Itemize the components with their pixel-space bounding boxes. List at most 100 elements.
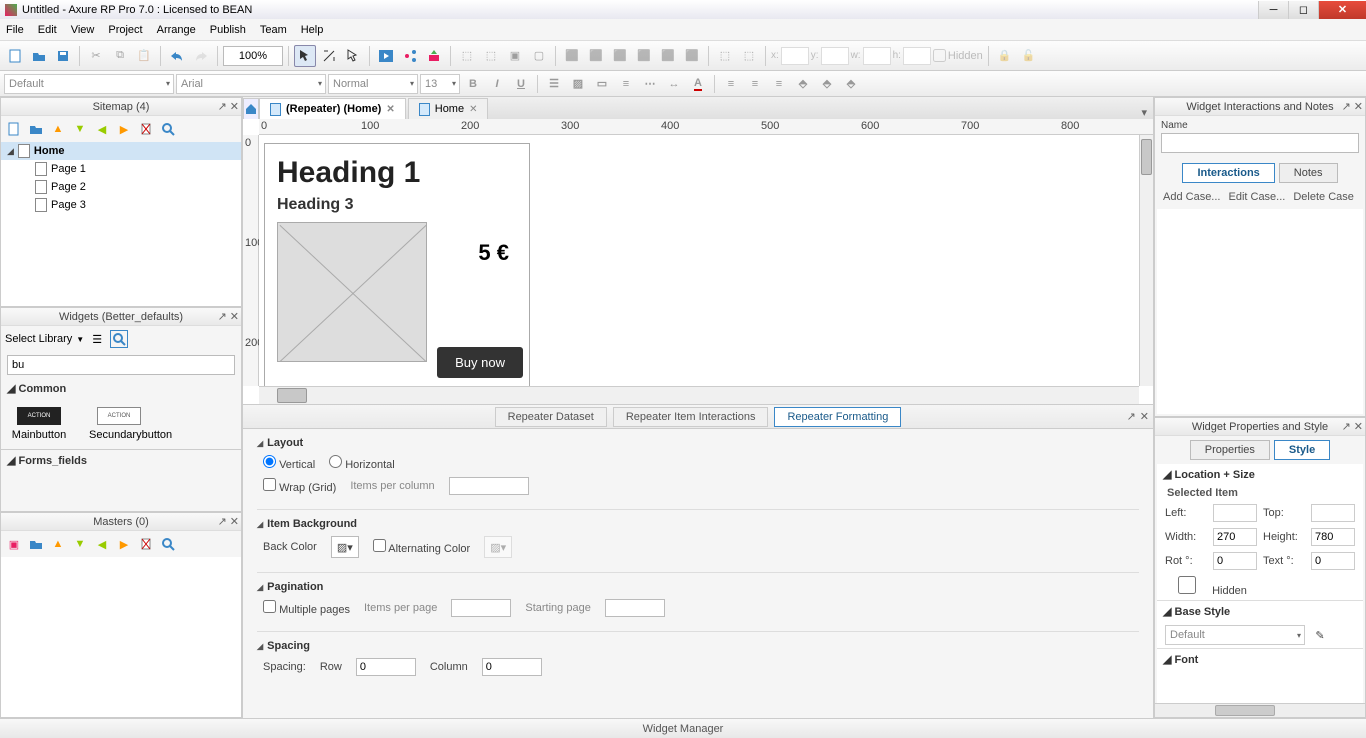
select-tool-icon[interactable]	[294, 45, 316, 67]
sect-spacing[interactable]: Spacing	[257, 640, 1139, 652]
check-multipages[interactable]: Multiple pages	[263, 600, 350, 616]
fontcolor-icon[interactable]: A	[687, 73, 709, 95]
menu-arrange[interactable]: Arrange	[157, 24, 196, 36]
sect-font[interactable]: ◢ Font	[1157, 648, 1363, 670]
menu-project[interactable]: Project	[108, 24, 142, 36]
tabs-menu-icon[interactable]: ▾	[1135, 106, 1153, 119]
tree-page2[interactable]: Page 2	[1, 178, 241, 196]
col-input[interactable]	[482, 658, 542, 676]
radio-vertical[interactable]: Vertical	[263, 455, 315, 471]
row-input[interactable]	[356, 658, 416, 676]
pop-icon[interactable]: ↗	[1127, 410, 1136, 423]
align-middle-icon[interactable]: ⬛	[657, 45, 679, 67]
mup-icon[interactable]: ▲	[49, 535, 67, 553]
basestyle-edit-icon[interactable]: ✎	[1311, 626, 1329, 644]
txt-left-icon[interactable]: ≡	[720, 73, 742, 95]
dist-h-icon[interactable]: ⬚	[714, 45, 736, 67]
outdent-icon[interactable]: ◀	[93, 120, 111, 138]
mdown-icon[interactable]: ▼	[71, 535, 89, 553]
view-icon[interactable]: ☰	[88, 330, 106, 348]
width-input[interactable]	[1213, 528, 1257, 546]
add-case[interactable]: Add Case...	[1163, 191, 1220, 203]
close-icon[interactable]: ✕	[230, 100, 239, 113]
name-input[interactable]	[1161, 133, 1359, 153]
point-tool-icon[interactable]	[342, 45, 364, 67]
scrollbar-v[interactable]	[1139, 135, 1153, 386]
save-icon[interactable]	[52, 45, 74, 67]
dist-v-icon[interactable]: ⬚	[738, 45, 760, 67]
style-dropdown[interactable]: Default	[4, 74, 174, 94]
connect-tool-icon[interactable]	[318, 45, 340, 67]
textrot-input[interactable]	[1311, 552, 1355, 570]
tab-repeater-interactions[interactable]: Repeater Item Interactions	[613, 407, 769, 427]
add-master-folder-icon[interactable]	[27, 535, 45, 553]
tree-page1[interactable]: Page 1	[1, 160, 241, 178]
pop-icon[interactable]: ↗	[218, 515, 227, 528]
mout-icon[interactable]: ◀	[93, 535, 111, 553]
edit-case[interactable]: Edit Case...	[1228, 191, 1285, 203]
subtab-notes[interactable]: Notes	[1279, 163, 1338, 183]
add-folder-icon[interactable]	[27, 120, 45, 138]
sect-locsize[interactable]: ◢ Location + Size	[1157, 464, 1363, 485]
txt-center-icon[interactable]: ≡	[744, 73, 766, 95]
maximize-button[interactable]: ◻	[1288, 1, 1318, 19]
menu-team[interactable]: Team	[260, 24, 287, 36]
tab-home[interactable]: Home✕	[408, 98, 489, 119]
close-icon[interactable]: ✕	[1354, 100, 1363, 113]
left-input[interactable]	[1213, 504, 1257, 522]
tab-repeater-formatting[interactable]: Repeater Formatting	[774, 407, 901, 427]
select-library[interactable]: Select Library	[5, 333, 72, 345]
bold-icon[interactable]: B	[462, 73, 484, 95]
check-altcolor[interactable]: Alternating Color	[373, 539, 470, 555]
add-master-icon[interactable]: ▣	[5, 535, 23, 553]
sect-pagination[interactable]: Pagination	[257, 581, 1139, 593]
widget-secundarybutton[interactable]: ACTIONSecundarybutton	[89, 407, 149, 441]
fill-icon[interactable]: ▨	[567, 73, 589, 95]
min-icon[interactable]: ▶	[115, 535, 133, 553]
front-icon[interactable]: ▣	[504, 45, 526, 67]
props-scrollbar-h[interactable]	[1155, 703, 1365, 717]
tree-page3[interactable]: Page 3	[1, 196, 241, 214]
subtab-properties[interactable]: Properties	[1190, 440, 1270, 460]
canvas[interactable]: Heading 1 Heading 3 5 € Buy now	[259, 135, 1139, 386]
mdel-icon[interactable]	[137, 535, 155, 553]
widget-mainbutton[interactable]: ACTIONMainbutton	[9, 407, 69, 441]
cat-forms[interactable]: ◢ Forms_fields	[1, 449, 241, 471]
msearch-icon[interactable]	[159, 535, 177, 553]
linestyle-icon[interactable]: ⋯	[639, 73, 661, 95]
txt-top-icon[interactable]: ⬘	[792, 73, 814, 95]
new-icon[interactable]	[4, 45, 26, 67]
x-input[interactable]	[781, 47, 809, 65]
close-icon[interactable]: ✕	[230, 515, 239, 528]
y-input[interactable]	[821, 47, 849, 65]
size-dropdown[interactable]: 13	[420, 74, 460, 94]
arrow-icon[interactable]: ↔	[663, 73, 685, 95]
menu-view[interactable]: View	[71, 24, 95, 36]
bullets-icon[interactable]: ☰	[543, 73, 565, 95]
indent-icon[interactable]: ▶	[115, 120, 133, 138]
open-icon[interactable]	[28, 45, 50, 67]
menu-help[interactable]: Help	[301, 24, 324, 36]
delete-page-icon[interactable]	[137, 120, 155, 138]
heading3[interactable]: Heading 3	[277, 196, 517, 214]
txt-right-icon[interactable]: ≡	[768, 73, 790, 95]
basestyle-dropdown[interactable]: Default	[1165, 625, 1305, 645]
menu-publish[interactable]: Publish	[210, 24, 246, 36]
minimize-button[interactable]: ─	[1258, 1, 1288, 19]
zoom-input[interactable]	[223, 46, 283, 66]
tab-close-icon[interactable]: ✕	[386, 104, 394, 115]
subtab-style[interactable]: Style	[1274, 440, 1330, 460]
tab-repeater-dataset[interactable]: Repeater Dataset	[495, 407, 607, 427]
align-top-icon[interactable]: ⬛	[633, 45, 655, 67]
tab-repeater[interactable]: (Repeater) (Home)✕	[259, 98, 406, 119]
preview-icon[interactable]	[375, 45, 397, 67]
close-icon[interactable]: ✕	[1140, 410, 1149, 423]
txt-mid-icon[interactable]: ⬘	[816, 73, 838, 95]
scrollbar-h[interactable]	[259, 386, 1139, 404]
h-input[interactable]	[903, 47, 931, 65]
share-icon[interactable]	[399, 45, 421, 67]
price-label[interactable]: 5 €	[478, 240, 509, 266]
align-right-icon[interactable]: ⬛	[609, 45, 631, 67]
pop-icon[interactable]: ↗	[1342, 420, 1351, 433]
radio-horizontal[interactable]: Horizontal	[329, 455, 395, 471]
